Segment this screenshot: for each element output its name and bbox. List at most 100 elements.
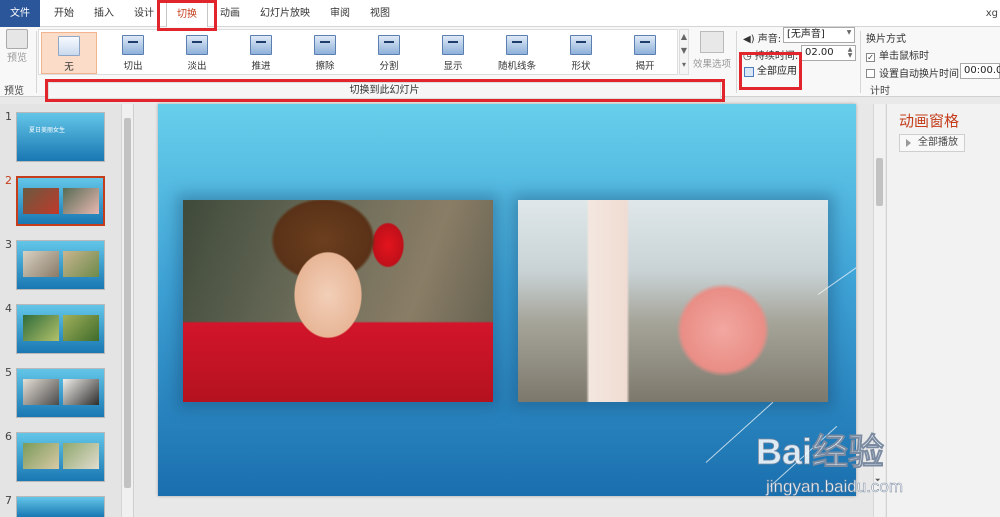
play-all-button[interactable]: 全部播放 [899,134,965,152]
tab-review[interactable]: 审阅 [322,0,358,27]
thumbnail-photo [63,251,99,277]
transition-wipe[interactable]: 擦除 [297,32,353,74]
transition-label: 淡出 [187,61,207,72]
transition-none[interactable]: 无 [41,32,97,74]
tab-animations[interactable]: 动画 [212,0,248,27]
animation-pane-title: 动画窗格 [899,112,960,130]
tab-design[interactable]: 设计 [126,0,162,27]
transition-random-bars-icon [506,35,528,55]
thumbnail-photo [23,315,59,341]
transition-push[interactable]: 推进 [233,32,289,74]
tab-insert[interactable]: 插入 [86,0,122,27]
chevron-down-icon[interactable]: ▼ [680,44,688,58]
preview-icon [6,29,28,49]
transition-label: 随机线条 [497,61,536,72]
on-click-option[interactable]: ✓ 单击鼠标时 [866,47,929,62]
user-name[interactable]: xg [986,0,998,27]
chevron-down-icon[interactable]: ▼ [845,30,853,42]
thumbnail-photo [23,251,59,277]
animation-pane: 动画窗格 全部播放 [886,104,1000,517]
transition-shape-icon [570,35,592,55]
more-icon[interactable]: ▾ [680,58,688,72]
photo-red-dress[interactable] [183,200,493,402]
spinner-icon[interactable]: ▲ ▼ [846,47,854,59]
slide-number: 1 [5,110,12,123]
gallery-scroll[interactable]: ▲ ▼ ▾ [679,29,689,75]
transition-label: 分割 [379,61,399,72]
transition-split[interactable]: 分割 [361,32,417,74]
transition-uncover[interactable]: 揭开 [617,32,673,74]
transition-label: 推进 [251,61,271,72]
thumbnails-scrollbar[interactable] [121,104,133,517]
transition-fade[interactable]: 淡出 [169,32,225,74]
slide-thumbnail-7[interactable] [16,496,105,517]
slide-number: 7 [5,494,12,507]
effect-options-label: 效果选项 [692,59,731,70]
slide-number: 6 [5,430,12,443]
transition-label: 擦除 [315,61,335,72]
slide-thumbnail-3[interactable] [16,240,105,290]
timing-group-label: 计时 [870,86,890,97]
scroll-thumb[interactable] [124,118,131,488]
advance-title: 换片方式 [866,34,906,45]
clock-icon: ◷ [743,51,752,62]
scroll-thumb[interactable] [876,158,883,206]
preview-button[interactable]: 预览 [2,29,32,74]
slide-thumbnail-5[interactable] [16,368,105,418]
photo-qipao-umbrella[interactable] [518,200,828,402]
apply-all-label: 全部应用 [757,66,797,77]
thumbnail-photo [63,188,99,214]
on-click-label: 单击鼠标时 [879,51,929,62]
transition-label: 切出 [123,61,143,72]
slide-thumbnail-6[interactable] [16,432,105,482]
transition-cut[interactable]: 切出 [105,32,161,74]
next-slide-icon[interactable]: ⏷ [875,476,881,485]
thumbnail-photo [23,443,59,469]
editor-scrollbar[interactable]: ⏶ ⏷ [873,104,885,517]
thumbnail-photo [23,379,59,405]
tab-home[interactable]: 开始 [46,0,82,27]
apply-all-button[interactable]: 全部应用 [742,63,797,81]
auto-advance-option[interactable]: 设置自动换片时间: [866,65,962,80]
transition-split-icon [378,35,400,55]
duration-field[interactable]: 02.00 ▲ ▼ [801,45,856,61]
file-tab[interactable]: 文件 [0,0,40,27]
slide-thumbnail-2[interactable] [16,176,105,226]
tab-transitions[interactable]: 切换 [166,0,208,27]
tab-view[interactable]: 视图 [362,0,398,27]
decor-line [769,425,838,487]
transition-fade-icon [186,35,208,55]
duration-label-text: 持续时间: [754,51,799,62]
auto-advance-field[interactable]: 00:00.0 [960,63,1000,79]
transition-uncover-icon [634,35,656,55]
thumbnail-photo [63,315,99,341]
apply-all-icon [744,67,754,77]
slide-thumbnail-1[interactable]: 夏日美丽女生 [16,112,105,162]
prev-slide-icon[interactable]: ⏶ [875,460,881,469]
slide-thumbnail-4[interactable] [16,304,105,354]
divider [736,31,737,93]
checkbox-checked[interactable]: ✓ [866,53,875,62]
current-slide[interactable] [158,104,856,496]
preview-group-label: 预览 [4,86,24,97]
sound-select[interactable]: [无声音] ▼ [783,27,855,43]
checkbox[interactable] [866,69,875,78]
tab-slideshow[interactable]: 幻灯片放映 [254,0,316,27]
divider [860,31,861,93]
transition-random-bars[interactable]: 随机线条 [489,32,545,74]
effect-options-button[interactable]: 效果选项 [692,29,732,77]
transition-shape[interactable]: 形状 [553,32,609,74]
duration-label: ◷ 持续时间: [743,47,798,62]
slide-editor: ⏶ ⏷ [135,104,885,517]
thumbnail-title: 夏日美丽女生 [29,127,66,134]
chevron-up-icon[interactable]: ▲ [680,30,688,44]
powerpoint-window: { "menu": { "file": "文件", "tabs": ["开始",… [0,0,1000,517]
slide-number: 4 [5,302,12,315]
transition-push-icon [250,35,272,55]
transition-label: 显示 [443,61,463,72]
transition-gallery: 无 切出 淡出 推进 擦除 分割 显示 随机线条 形状 揭开 [38,29,678,75]
transition-reveal[interactable]: 显示 [425,32,481,74]
sound-label-text: 声音: [757,34,782,45]
transition-none-icon [58,36,80,56]
apply-to-slide-bar[interactable]: 切换到此幻灯片 [48,82,721,99]
